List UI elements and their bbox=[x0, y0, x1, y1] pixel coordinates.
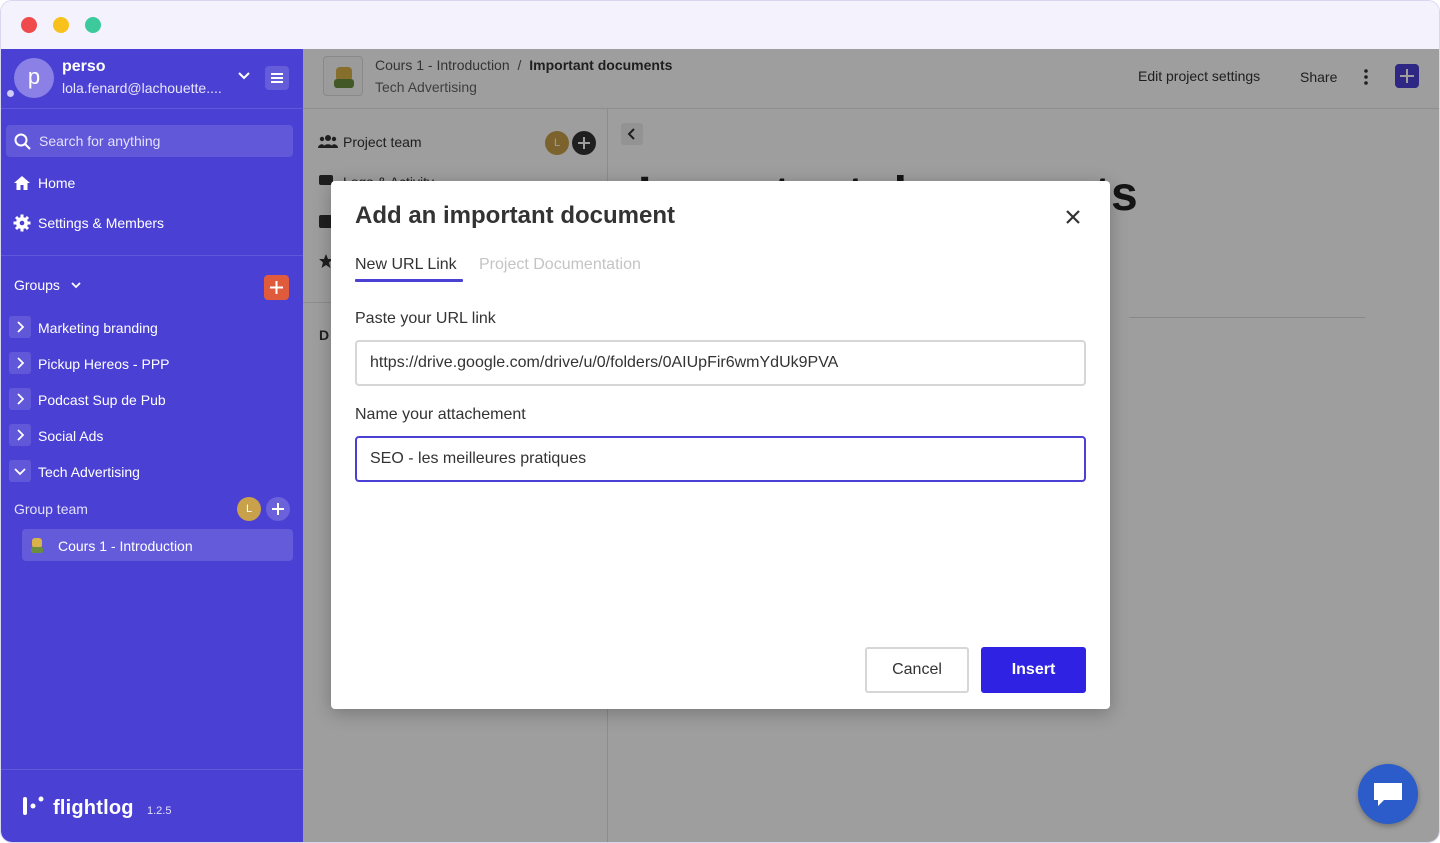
attachment-name-value: SEO - les meilleures pratiques bbox=[370, 450, 587, 467]
insert-button[interactable]: Insert bbox=[981, 647, 1086, 693]
sidebar-item-label: Home bbox=[38, 175, 76, 191]
tab-project-documentation[interactable]: Project Documentation bbox=[479, 256, 641, 274]
add-document-modal: Add an important document New URL Link P… bbox=[331, 181, 1110, 709]
status-dot bbox=[7, 90, 14, 97]
group-label: Tech Advertising bbox=[38, 464, 140, 480]
group-item-podcast-sup-de-pub[interactable]: Podcast Sup de Pub bbox=[9, 386, 293, 414]
account-switcher[interactable]: p perso lola.fenard@lachouette.... bbox=[1, 49, 303, 109]
chevron-down-icon[interactable] bbox=[237, 69, 251, 83]
chevron-down-icon[interactable] bbox=[9, 460, 31, 482]
window-titlebar bbox=[1, 1, 1439, 49]
url-input-value: https://drive.google.com/drive/u/0/folde… bbox=[370, 354, 839, 371]
group-item-pickup-hereos[interactable]: Pickup Hereos - PPP bbox=[9, 350, 293, 378]
url-field-label: Paste your URL link bbox=[355, 310, 496, 327]
plus-icon bbox=[270, 281, 283, 294]
add-group-button[interactable] bbox=[264, 275, 289, 300]
group-item-social-ads[interactable]: Social Ads bbox=[9, 422, 293, 450]
gear-icon bbox=[13, 214, 31, 232]
chat-support-button[interactable] bbox=[1358, 764, 1418, 824]
groups-label: Groups bbox=[14, 277, 60, 293]
sidebar-item-label: Settings & Members bbox=[38, 215, 165, 231]
account-email: lola.fenard@lachouette.... bbox=[62, 80, 222, 96]
sidebar: p perso lola.fenard@lachouette.... Searc… bbox=[1, 49, 303, 842]
home-icon bbox=[14, 176, 30, 190]
app-window: p perso lola.fenard@lachouette.... Searc… bbox=[0, 0, 1440, 843]
group-label: Social Ads bbox=[38, 428, 104, 444]
active-tab-indicator bbox=[355, 279, 463, 282]
group-label: Pickup Hereos - PPP bbox=[38, 356, 170, 372]
search-placeholder: Search for anything bbox=[39, 133, 161, 149]
divider bbox=[1, 255, 303, 256]
groups-header[interactable]: Groups bbox=[14, 277, 82, 293]
name-field-label: Name your attachement bbox=[355, 406, 526, 423]
search-icon bbox=[14, 133, 31, 150]
chevron-down-icon bbox=[71, 282, 81, 289]
close-icon[interactable] bbox=[1064, 208, 1082, 226]
close-window-button[interactable] bbox=[21, 17, 37, 33]
add-member-button[interactable] bbox=[266, 497, 290, 521]
logo-text: flightlog bbox=[53, 797, 134, 819]
minimize-window-button[interactable] bbox=[53, 17, 69, 33]
chevron-right-icon[interactable] bbox=[9, 424, 31, 446]
group-team-label: Group team bbox=[14, 501, 88, 517]
group-label: Marketing branding bbox=[38, 320, 158, 336]
cancel-button[interactable]: Cancel bbox=[865, 647, 969, 693]
project-emoji-icon bbox=[31, 538, 43, 553]
chevron-right-icon[interactable] bbox=[9, 352, 31, 374]
project-label: Cours 1 - Introduction bbox=[58, 538, 193, 554]
url-input[interactable]: https://drive.google.com/drive/u/0/folde… bbox=[355, 340, 1086, 386]
tab-new-url-link[interactable]: New URL Link bbox=[355, 256, 457, 274]
maximize-window-button[interactable] bbox=[85, 17, 101, 33]
chevron-right-icon[interactable] bbox=[9, 388, 31, 410]
group-label: Podcast Sup de Pub bbox=[38, 392, 166, 408]
avatar[interactable]: L bbox=[237, 497, 261, 521]
search-input[interactable]: Search for anything bbox=[6, 125, 293, 157]
attachment-name-input[interactable]: SEO - les meilleures pratiques bbox=[355, 436, 1086, 482]
app-version: 1.2.5 bbox=[147, 805, 172, 817]
chevron-right-icon[interactable] bbox=[9, 316, 31, 338]
account-name: perso bbox=[62, 58, 106, 75]
divider bbox=[1, 769, 303, 770]
avatar: p bbox=[14, 58, 54, 98]
menu-icon[interactable] bbox=[265, 66, 289, 90]
chat-bubble-icon bbox=[1374, 783, 1402, 806]
modal-title: Add an important document bbox=[355, 202, 675, 229]
sidebar-item-project[interactable]: Cours 1 - Introduction bbox=[22, 529, 293, 561]
plus-icon bbox=[272, 503, 284, 515]
group-item-marketing-branding[interactable]: Marketing branding bbox=[9, 314, 293, 342]
flightlog-logo-icon bbox=[23, 796, 44, 815]
group-item-tech-advertising[interactable]: Tech Advertising bbox=[9, 458, 293, 486]
